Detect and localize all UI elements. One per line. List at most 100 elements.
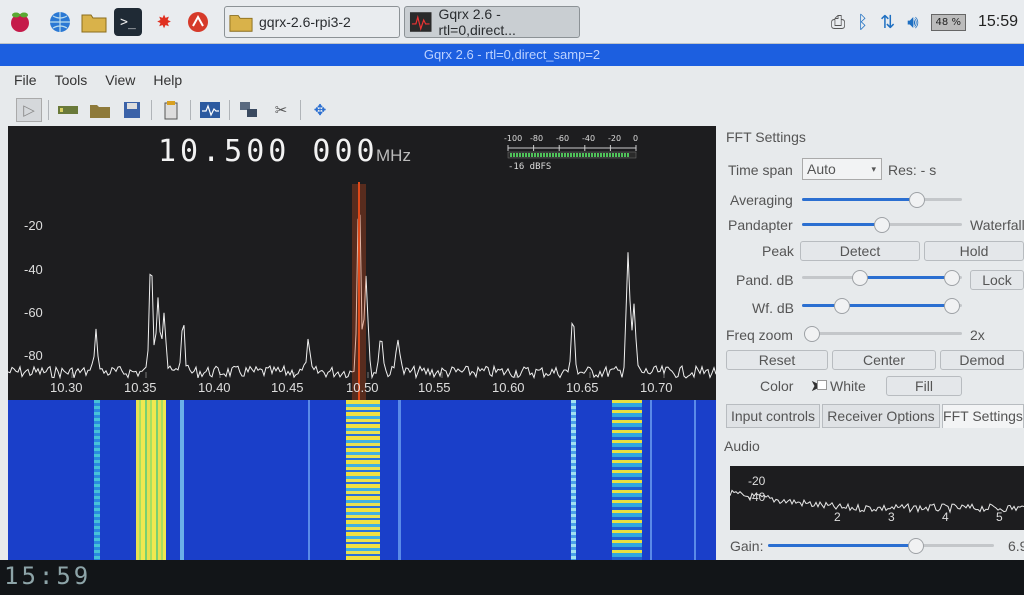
tab-receiver-options[interactable]: Receiver Options [822, 404, 940, 428]
audio-y-tick: -40 [748, 490, 766, 504]
wf-db-label: Wf. dB [752, 300, 795, 316]
pandapter-label: Pandapter [728, 217, 793, 233]
audio-y-tick: -20 [748, 474, 766, 488]
audio-gain-slider[interactable] [768, 538, 994, 554]
network-arrows-icon[interactable]: ⇅ [880, 12, 895, 33]
meter-tick-label: -80 [530, 134, 544, 143]
waterfall-signal [94, 400, 100, 560]
toolbar-separator [300, 100, 301, 120]
taskbar-clock: 15:59 [977, 13, 1018, 30]
menu-view[interactable]: View [105, 72, 135, 88]
toolbar: ▷ ✂ ✥ [0, 94, 1024, 126]
main-area: 10.500 000 MHz -100 -80 -60 -40 -20 0 -1… [0, 126, 1024, 560]
audio-x-tick: 3 [888, 510, 895, 524]
folder-icon[interactable] [80, 8, 108, 36]
tab-input-controls[interactable]: Input controls [726, 404, 820, 428]
time-span-select[interactable]: Auto ▾ [802, 158, 882, 180]
wolfram-icon[interactable] [184, 8, 212, 36]
meter-tick-label: -20 [608, 134, 622, 143]
center-button[interactable]: Center [832, 350, 936, 370]
y-tick-label: -20 [24, 218, 43, 233]
y-tick-label: -60 [24, 305, 43, 320]
toolbar-separator [48, 100, 49, 120]
terminal-icon[interactable]: >_ [114, 8, 142, 36]
task-label: gqrx-2.6-rpi3-2 [259, 14, 351, 30]
x-tick-label: 10.40 [198, 380, 231, 395]
play-icon[interactable]: ▷ [16, 98, 42, 122]
x-tick-label: 10.30 [50, 380, 83, 395]
x-tick-label: 10.45 [271, 380, 304, 395]
waterfall-signal [571, 400, 576, 560]
menu-bar: File Tools View Help [0, 66, 1024, 94]
zoom-value: 2x [970, 327, 985, 343]
gain-label: Gain: [730, 538, 764, 554]
averaging-slider[interactable] [802, 192, 962, 208]
audio-label: Audio [724, 438, 760, 454]
menu-tools[interactable]: Tools [55, 72, 88, 88]
audio-x-tick: 4 [942, 510, 949, 524]
globe-icon[interactable] [46, 8, 74, 36]
waterfall-db-range-slider[interactable] [802, 298, 962, 314]
lock-button[interactable]: Lock [970, 270, 1024, 290]
burst-icon[interactable]: ✸ [150, 8, 178, 36]
scope-icon[interactable] [197, 98, 223, 122]
frequency-unit: MHz [376, 146, 411, 165]
peak-hold-button[interactable]: Hold [924, 241, 1024, 261]
battery-indicator[interactable]: 48 % [930, 13, 966, 31]
x-tick-label: 10.55 [418, 380, 451, 395]
time-span-value: Auto [807, 161, 836, 177]
audio-x-tick: 2 [834, 510, 841, 524]
open-folder-icon[interactable] [87, 98, 113, 122]
meter-tick-label: 0 [633, 134, 639, 143]
white-checkbox[interactable] [817, 380, 827, 390]
center-arrows-icon[interactable]: ✥ [307, 98, 333, 122]
audio-fft-plot[interactable]: -20 -40 2 3 4 5 [730, 466, 1024, 530]
demod-button[interactable]: Demod [940, 350, 1024, 370]
waterfall-signal [650, 400, 652, 560]
dbfs-readout: -16 dBFS [508, 162, 552, 172]
tab-fft-settings[interactable]: FFT Settings [942, 404, 1024, 428]
remote-icon[interactable] [158, 98, 184, 122]
peak-detect-button[interactable]: Detect [800, 241, 920, 261]
freq-zoom-slider[interactable] [804, 326, 962, 342]
network-icon[interactable] [236, 98, 262, 122]
pand-db-label: Pand. dB [736, 272, 794, 288]
y-tick-label: -40 [24, 262, 43, 277]
window-title[interactable]: Gqrx 2.6 - rtl=0,direct_samp=2 [0, 44, 1024, 66]
panel-title: FFT Settings [726, 129, 806, 145]
x-tick-label: 10.50 [346, 380, 379, 395]
toolbar-separator [151, 100, 152, 120]
bluetooth-icon[interactable]: ᛒ [857, 12, 868, 33]
taskbar-item-folder[interactable]: gqrx-2.6-rpi3-2 [224, 6, 400, 38]
spectrum-plotter[interactable]: 10.500 000 MHz -100 -80 -60 -40 -20 0 -1… [8, 126, 716, 400]
pandapter-db-range-slider[interactable] [802, 270, 962, 286]
meter-tick-label: -100 [504, 134, 523, 143]
folder-icon [229, 15, 253, 32]
chevron-down-icon: ▾ [871, 164, 876, 174]
waterfall-signal [180, 400, 184, 560]
meter-tick-label: -60 [556, 134, 570, 143]
reset-button[interactable]: Reset [726, 350, 828, 370]
fill-button[interactable]: Fill [886, 376, 962, 396]
averaging-label: Averaging [730, 192, 793, 208]
save-icon[interactable] [119, 98, 145, 122]
volume-icon[interactable]: 🔊︎ [907, 12, 918, 33]
color-label: Color [760, 378, 794, 394]
frequency-display[interactable]: 10.500 000 [158, 134, 379, 169]
resolution-label: Res: - s [888, 162, 937, 178]
y-tick-label: -80 [24, 348, 43, 363]
time-span-label: Time span [728, 162, 793, 178]
device-icon[interactable] [55, 98, 81, 122]
scissors-icon[interactable]: ✂ [268, 98, 294, 122]
toolbar-separator [229, 100, 230, 120]
printer-icon[interactable]: ⎙ [831, 12, 845, 33]
waterfall-signal [308, 400, 310, 560]
waterfall-display[interactable] [8, 400, 716, 560]
raspberry-icon[interactable] [6, 8, 34, 36]
pandapter-waterfall-slider[interactable] [802, 217, 962, 233]
taskbar-item-gqrx[interactable]: Gqrx 2.6 - rtl=0,direct... [404, 6, 580, 38]
system-tray: ⎙ ᛒ ⇅ 🔊︎ 48 % 15:59 [831, 0, 1024, 44]
menu-file[interactable]: File [14, 72, 37, 88]
freq-zoom-label: Freq zoom [726, 327, 793, 343]
menu-help[interactable]: Help [153, 72, 182, 88]
